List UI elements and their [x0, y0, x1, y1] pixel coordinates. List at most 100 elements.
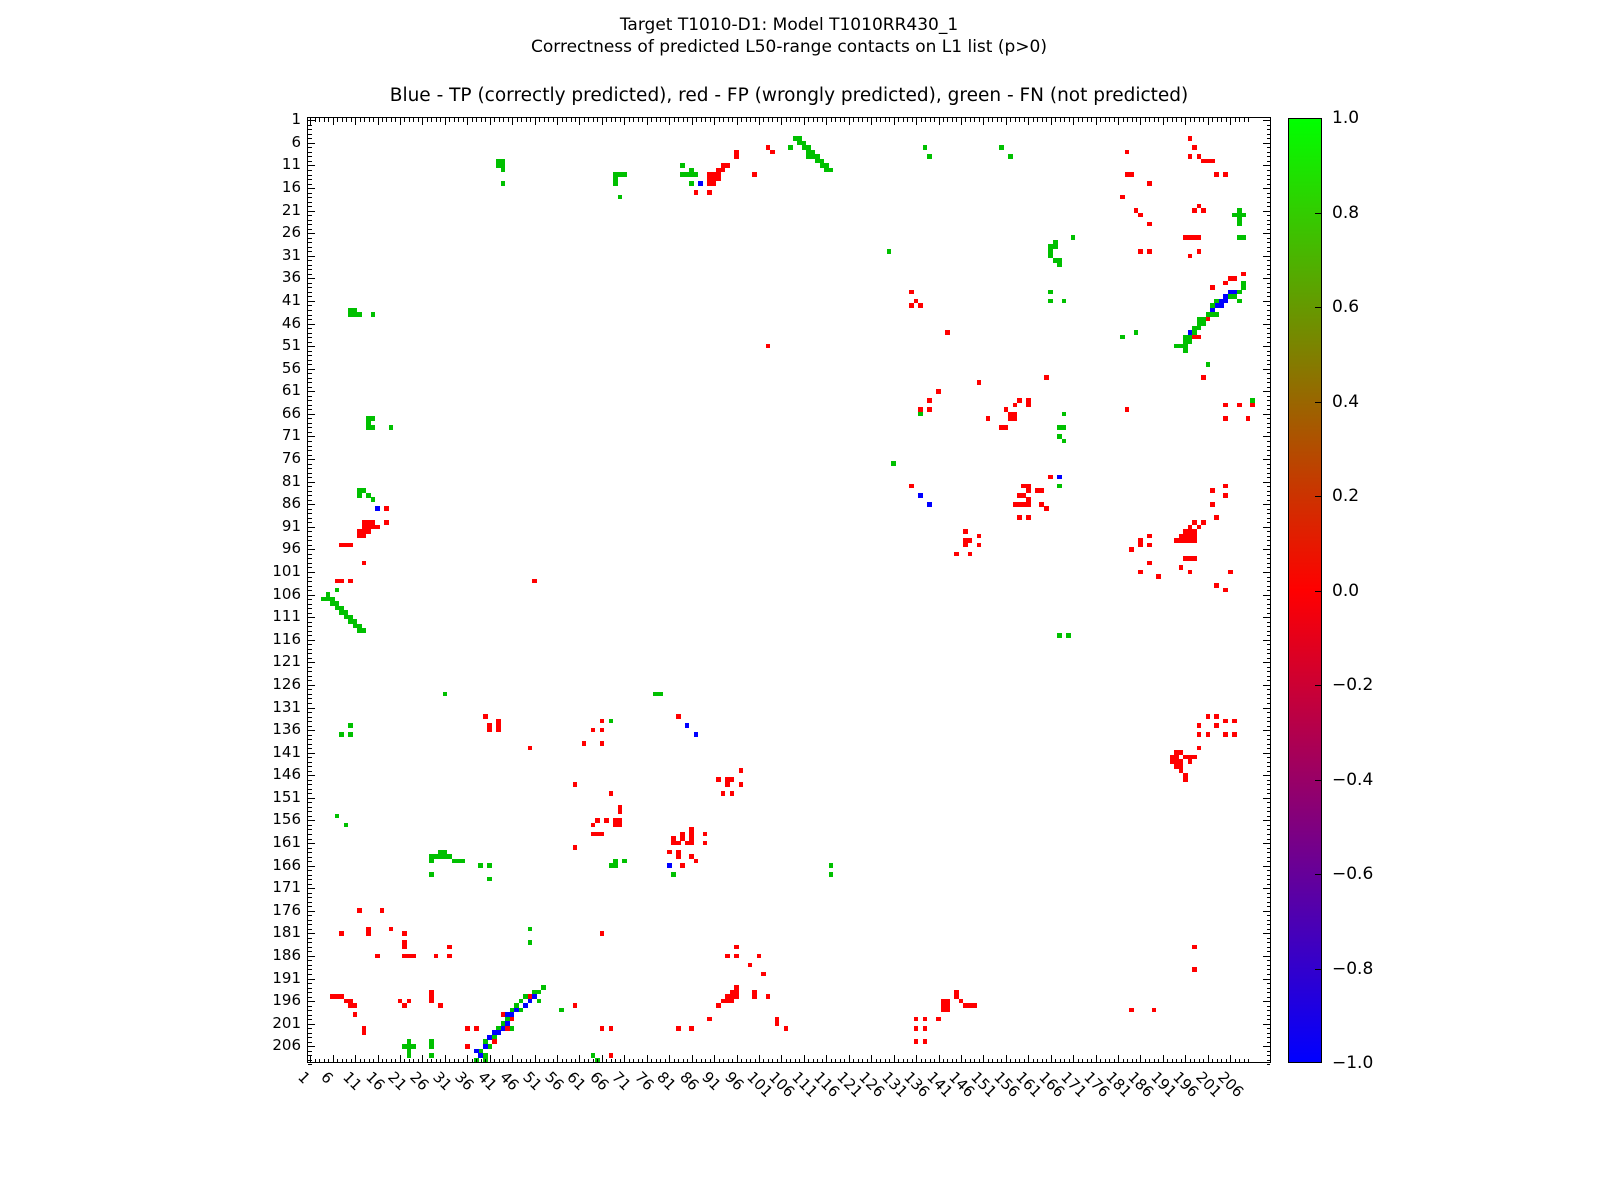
- minor-tick: [619, 118, 621, 122]
- minor-tick: [1001, 1058, 1003, 1062]
- minor-tick: [1203, 1058, 1205, 1062]
- minor-tick: [308, 1041, 312, 1043]
- contact-point: [1147, 221, 1152, 227]
- contact-point: [402, 1003, 407, 1008]
- minor-tick: [943, 118, 944, 122]
- major-tick: [444, 1055, 446, 1062]
- minor-tick: [308, 612, 312, 614]
- minor-tick: [1266, 698, 1270, 700]
- contact-point: [675, 854, 681, 859]
- minor-tick: [844, 1058, 846, 1062]
- contact-point: [1209, 303, 1215, 308]
- major-tick: [1095, 118, 1097, 125]
- minor-tick: [1266, 422, 1270, 424]
- contact-point: [352, 1012, 358, 1017]
- minor-tick: [1248, 118, 1250, 122]
- minor-tick: [1113, 118, 1115, 122]
- minor-tick: [898, 1058, 900, 1062]
- contact-point: [536, 989, 542, 995]
- minor-tick: [1266, 815, 1270, 817]
- minor-tick: [1266, 377, 1270, 379]
- minor-tick: [308, 946, 312, 948]
- contact-point: [348, 578, 353, 584]
- minor-tick: [898, 118, 900, 122]
- minor-tick: [390, 118, 392, 122]
- minor-tick: [889, 118, 891, 122]
- minor-tick: [308, 201, 312, 203]
- minor-tick: [552, 1058, 554, 1062]
- minor-tick: [308, 160, 312, 162]
- minor-tick: [308, 197, 312, 199]
- minor-tick: [1266, 287, 1270, 289]
- minor-tick: [308, 974, 312, 975]
- minor-tick: [308, 553, 312, 555]
- figure-title-line2: Correctness of predicted L50-range conta…: [531, 37, 1047, 57]
- minor-tick: [1176, 118, 1178, 122]
- major-tick: [871, 1055, 873, 1062]
- contact-point: [617, 809, 623, 814]
- contact-point: [693, 858, 699, 864]
- contact-point: [406, 998, 412, 1004]
- minor-tick: [1266, 522, 1270, 524]
- minor-tick: [308, 802, 312, 804]
- major-tick: [308, 210, 315, 212]
- contact-point: [1187, 339, 1193, 344]
- minor-tick: [857, 118, 859, 122]
- contact-point: [1209, 488, 1215, 493]
- contact-point: [1214, 714, 1220, 719]
- minor-tick: [754, 118, 756, 122]
- contact-point: [482, 1053, 488, 1058]
- contact-point: [429, 1043, 434, 1049]
- contact-point: [608, 791, 614, 796]
- contact-point: [622, 172, 627, 177]
- contact-point: [1147, 181, 1152, 186]
- minor-tick: [794, 118, 796, 122]
- contact-point: [447, 953, 452, 959]
- minor-tick: [1266, 445, 1270, 447]
- minor-tick: [637, 118, 639, 122]
- minor-tick: [907, 118, 909, 122]
- minor-tick: [308, 282, 312, 284]
- contact-point: [1227, 276, 1233, 281]
- contact-point: [1147, 533, 1152, 539]
- contact-point: [702, 831, 708, 837]
- minor-tick: [1064, 118, 1066, 122]
- contact-point: [599, 1025, 605, 1031]
- contact-point: [666, 849, 672, 855]
- y-tick-label: 96: [281, 539, 301, 558]
- minor-tick: [308, 332, 312, 334]
- minor-tick: [723, 1058, 725, 1062]
- y-tick-label: 106: [272, 584, 301, 603]
- minor-tick: [308, 468, 312, 470]
- minor-tick: [1266, 269, 1270, 271]
- minor-tick: [308, 969, 312, 971]
- minor-tick: [830, 118, 832, 122]
- minor-tick: [368, 118, 370, 122]
- minor-tick: [308, 951, 312, 953]
- contact-point: [1025, 488, 1031, 493]
- major-tick: [422, 118, 424, 125]
- minor-tick: [1266, 874, 1270, 876]
- contact-point: [1057, 262, 1062, 268]
- major-tick: [308, 933, 315, 935]
- minor-tick: [308, 964, 312, 966]
- minor-tick: [1266, 124, 1270, 126]
- contact-point: [752, 994, 757, 999]
- minor-tick: [687, 118, 689, 122]
- contact-point: [922, 1016, 928, 1022]
- major-tick: [579, 118, 581, 125]
- minor-tick: [925, 1058, 927, 1062]
- minor-tick: [308, 562, 312, 564]
- y-tick-label: 176: [272, 900, 301, 919]
- major-tick: [1263, 1046, 1270, 1048]
- y-tick-label: 51: [281, 336, 301, 355]
- contact-point: [913, 1016, 919, 1022]
- minor-tick: [1266, 260, 1270, 262]
- contact-point: [1196, 745, 1202, 751]
- minor-tick: [678, 1058, 680, 1062]
- minor-tick: [1266, 964, 1270, 966]
- contact-point: [967, 551, 973, 557]
- contact-point: [1205, 714, 1211, 719]
- minor-tick: [458, 1058, 460, 1062]
- major-tick: [308, 888, 315, 890]
